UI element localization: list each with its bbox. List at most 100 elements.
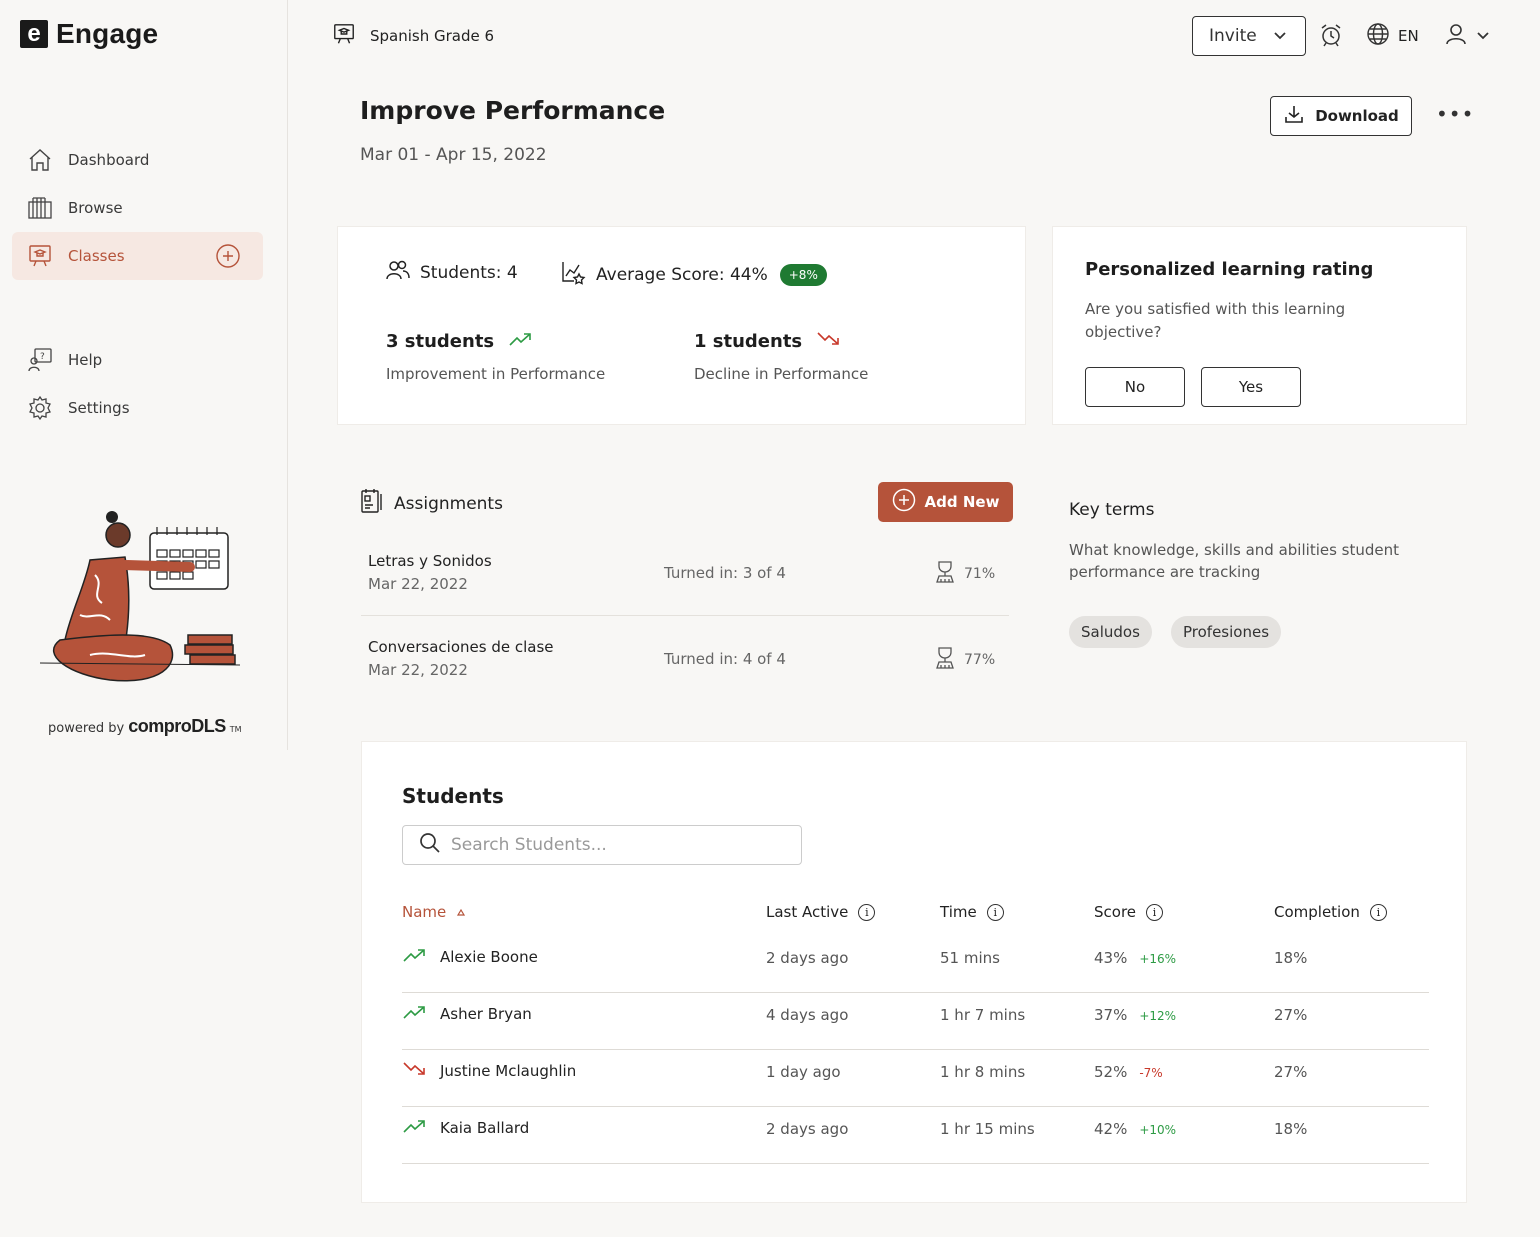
column-header-score[interactable]: Score i [1094,903,1164,921]
trophy-icon [934,646,956,674]
assignment-title: Letras y Sonidos [368,552,492,570]
search-box [402,825,802,865]
info-icon[interactable]: i [858,903,876,921]
chevron-down-icon [1273,26,1287,46]
sidebar-item-browse[interactable]: Browse [12,184,263,232]
column-header-last-active[interactable]: Last Active i [766,903,876,921]
score-delta: +12% [1139,1009,1177,1023]
score-cell: 37% +12% [1094,1006,1176,1024]
sidebar-item-dashboard[interactable]: Dashboard [12,136,263,184]
assignment-score: 71% [934,560,995,588]
user-menu[interactable] [1444,22,1490,50]
assignment-row[interactable]: Letras y Sonidos Mar 22, 2022 Turned in:… [368,552,1008,638]
column-header-completion[interactable]: Completion i [1274,903,1387,921]
sidebar-item-label: Settings [68,399,130,417]
sidebar: e Engage Dashboard Browse Classes ? Help… [0,0,288,750]
powered-by-text: powered by [48,721,125,736]
trend-up-icon [402,947,428,967]
info-icon[interactable]: i [1369,903,1387,921]
info-icon[interactable]: i [1146,903,1164,921]
sort-ascending-icon [456,903,466,921]
search-input[interactable] [451,835,781,855]
invite-label: Invite [1209,26,1257,46]
improved-count: 3 students [386,331,495,352]
add-class-icon[interactable] [215,243,241,269]
yes-button[interactable]: Yes [1201,367,1301,407]
classroom-icon [27,243,53,269]
score-cell: 43% +16% [1094,949,1176,967]
completion: 18% [1274,1120,1308,1138]
table-row[interactable]: Asher Bryan 4 days ago 1 hr 7 mins 37% +1… [402,993,1429,1050]
key-terms-title: Key terms [1069,500,1155,520]
logo-mark: e [20,20,48,48]
assignment-row[interactable]: Conversaciones de clase Mar 22, 2022 Tur… [368,638,1008,724]
students-count-label: Students: 4 [420,262,518,283]
class-selector[interactable]: Spanish Grade 6 [332,22,494,50]
invite-button[interactable]: Invite [1192,16,1306,56]
student-name[interactable]: Justine Mclaughlin [440,1062,576,1080]
column-label: Name [402,903,447,921]
score-change-badge: +8% [779,263,827,286]
app-name: Engage [56,18,159,49]
trend-up-icon [402,1004,428,1024]
sidebar-item-settings[interactable]: Settings [12,384,263,432]
sidebar-item-help[interactable]: ? Help [12,336,263,384]
powered-by: powered by comproDLS TM [48,716,242,737]
assignment-title: Conversaciones de clase [368,638,554,656]
last-active: 2 days ago [766,949,849,967]
alarm-icon[interactable] [1318,22,1344,48]
improved-label: Improvement in Performance [386,365,606,383]
search-icon [419,832,441,858]
more-options-icon[interactable]: ••• [1436,104,1473,128]
teacher-illustration [30,505,245,690]
last-active: 1 day ago [766,1063,841,1081]
score-delta: +16% [1139,952,1177,966]
date-range: Mar 01 - Apr 15, 2022 [360,145,547,165]
table-row[interactable]: Justine Mclaughlin 1 day ago 1 hr 8 mins… [402,1050,1429,1107]
class-name: Spanish Grade 6 [370,27,495,45]
assignments-title: Assignments [394,493,503,514]
column-header-name[interactable]: Name [402,903,466,921]
info-icon[interactable]: i [986,903,1004,921]
add-circle-icon [892,488,916,516]
assignment-score-value: 71% [964,566,996,582]
key-term-chip[interactable]: Profesiones [1171,616,1282,648]
add-new-button[interactable]: Add New [878,482,1013,522]
student-name-cell: Justine Mclaughlin [402,1061,576,1081]
key-terms-description: What knowledge, skills and abilities stu… [1069,541,1400,581]
last-active: 2 days ago [766,1120,849,1138]
assignment-score-value: 77% [964,652,996,668]
table-row[interactable]: Kaia Ballard 2 days ago 1 hr 15 mins 42%… [402,1107,1429,1164]
average-score: Average Score: 44% +8% [560,259,827,290]
score-value: 42% [1094,1120,1128,1138]
declined-label: Decline in Performance [694,365,869,383]
trophy-icon [934,560,956,588]
students-title: Students [402,784,504,808]
language-selector[interactable]: EN [1366,22,1419,50]
student-name[interactable]: Alexie Boone [440,948,538,966]
key-term-chip[interactable]: Saludos [1069,616,1152,648]
column-label: Completion [1274,903,1360,921]
score-cell: 52% -7% [1094,1063,1163,1081]
score-delta: -7% [1139,1066,1163,1080]
completion: 18% [1274,949,1308,967]
column-header-time[interactable]: Time i [940,903,1004,921]
sidebar-item-classes[interactable]: Classes [12,232,263,280]
students-card: Students Name Last Active i Time i Score… [361,741,1467,1203]
student-name[interactable]: Asher Bryan [440,1005,532,1023]
classroom-icon [332,22,356,50]
last-active: 4 days ago [766,1006,849,1024]
download-button[interactable]: Download [1270,96,1412,136]
assignment-date: Mar 22, 2022 [368,575,468,593]
student-name-cell: Alexie Boone [402,947,538,967]
table-row[interactable]: Alexie Boone 2 days ago 51 mins 43% +16% … [402,936,1429,993]
rating-title: Personalized learning rating [1085,259,1374,280]
chevron-down-icon [1476,27,1490,45]
add-new-label: Add New [924,493,1000,511]
no-button[interactable]: No [1085,367,1185,407]
declined-count: 1 students [694,331,803,352]
app-logo[interactable]: e Engage [20,18,158,50]
assignments-header: Assignments [360,488,503,519]
home-icon [27,147,53,173]
student-name[interactable]: Kaia Ballard [440,1119,529,1137]
